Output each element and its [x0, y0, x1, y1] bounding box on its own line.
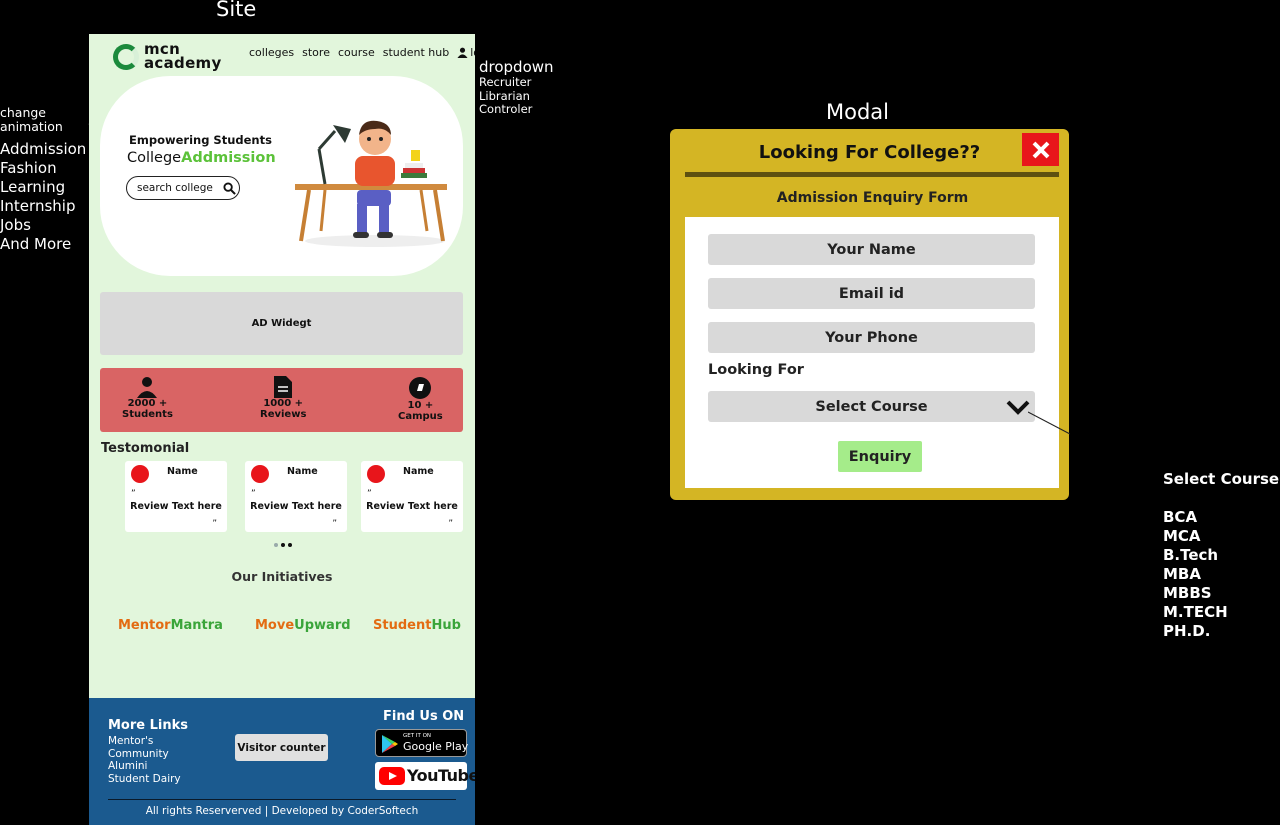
footer-divider	[108, 799, 456, 800]
navbar: mcn academy colleges store course studen…	[89, 34, 475, 76]
pager-dot[interactable]	[288, 543, 292, 547]
avatar	[131, 465, 149, 483]
login-label: login	[470, 46, 475, 59]
youtube-badge[interactable]: YouTube	[375, 762, 475, 790]
course-option[interactable]: BCA	[1163, 508, 1228, 527]
nav-item-course[interactable]: course	[338, 46, 375, 59]
footer: More Links Mentor's Community Alumini St…	[89, 698, 475, 825]
chevron-down-icon[interactable]	[1006, 399, 1030, 415]
pager-dot[interactable]	[281, 543, 285, 547]
user-icon	[457, 47, 468, 58]
course-option[interactable]: MBA	[1163, 565, 1228, 584]
document-icon	[274, 376, 293, 398]
stats-banner: 2000 + Students 1000 + Reviews 10 + Camp…	[100, 368, 463, 432]
modal-title: Looking For College??	[758, 142, 981, 163]
student-at-desk-illustration	[295, 120, 447, 247]
initiatives-heading: Our Initiatives	[231, 569, 333, 584]
initiative-moveupward[interactable]: MoveUpward	[255, 618, 351, 633]
modal-divider	[685, 172, 1059, 177]
select-courses-heading: Select Courses	[1163, 470, 1280, 488]
course-option[interactable]: M.TECH	[1163, 603, 1228, 622]
enquiry-modal: Looking For College?? Admission Enquiry …	[670, 129, 1069, 500]
nav-item-colleges[interactable]: colleges	[249, 46, 294, 59]
animation-word: Jobs	[0, 216, 31, 234]
ad-widget[interactable]: AD Widegt	[100, 292, 463, 355]
course-option[interactable]: B.Tech	[1163, 546, 1228, 565]
course-select-value: Select Course	[815, 398, 928, 415]
enquiry-button[interactable]: Enquiry	[838, 441, 922, 472]
course-option-list: BCA MCA B.Tech MBA MBBS M.TECH PH.D.	[1163, 508, 1228, 641]
change-animation-note: change animation	[0, 105, 63, 134]
carousel-pager	[274, 543, 292, 547]
stat-reviews: 1000 + Reviews	[260, 376, 306, 420]
looking-for-label: Looking For	[708, 362, 804, 378]
footer-links: Mentor's Community Alumini Student Dairy	[108, 735, 181, 785]
modal-annotation-title: Modal	[826, 100, 889, 124]
stat-campus: 10 + Campus	[398, 376, 443, 422]
course-select[interactable]: Select Course	[708, 391, 1035, 422]
footer-link[interactable]: Mentor's	[108, 735, 181, 748]
site-annotation-title: Site	[216, 0, 257, 21]
testimonial-card[interactable]: Name ” Review Text here ”	[245, 461, 347, 532]
find-us-heading: Find Us ON	[383, 709, 465, 724]
copyright-text: All rights Reserverved | Developed by Co…	[145, 805, 419, 817]
animation-word: Fashion	[0, 159, 57, 177]
pager-dot[interactable]	[274, 543, 278, 547]
nav-links: colleges store course student hub login	[249, 46, 475, 59]
modal-subtitle: Admission Enquiry Form	[776, 190, 969, 206]
name-field[interactable]: Your Name	[708, 234, 1035, 265]
person-icon	[137, 377, 158, 398]
youtube-icon	[379, 767, 405, 785]
visitor-counter-button[interactable]: Visitor counter	[235, 734, 328, 761]
initiative-studenthub[interactable]: StudentHub	[373, 618, 461, 633]
nav-item-student-hub[interactable]: student hub	[383, 46, 449, 59]
close-button[interactable]	[1022, 133, 1059, 166]
google-play-icon	[382, 735, 398, 753]
enquiry-form: Your Name Email id Your Phone Looking Fo…	[685, 217, 1059, 488]
dropdown-annotation: dropdown Recruiter Librarian Controler	[479, 58, 554, 116]
more-links-heading: More Links	[108, 718, 188, 733]
course-option[interactable]: MBBS	[1163, 584, 1228, 603]
nav-item-store[interactable]: store	[302, 46, 330, 59]
animation-word: Addmission	[0, 140, 87, 158]
testimonial-card[interactable]: Name ” Review Text here ”	[361, 461, 463, 532]
search-icon[interactable]	[223, 181, 236, 195]
campus-icon	[409, 377, 432, 399]
animation-word: Internship	[0, 197, 76, 215]
animation-word: Learning	[0, 178, 66, 196]
logo[interactable]: mcn academy	[113, 42, 223, 72]
login-button[interactable]: login	[457, 46, 475, 59]
avatar	[251, 465, 269, 483]
email-field[interactable]: Email id	[708, 278, 1035, 309]
hero-headline: CollegeAddmission	[127, 150, 276, 166]
footer-link[interactable]: Community	[108, 748, 181, 761]
close-icon	[1032, 141, 1049, 158]
hero-prefix: College	[127, 150, 182, 166]
site-frame: mcn academy colleges store course studen…	[89, 34, 475, 825]
logo-text: mcn academy	[144, 40, 222, 72]
initiative-mentormantra[interactable]: MentorMantra	[118, 618, 223, 633]
phone-field[interactable]: Your Phone	[708, 322, 1035, 353]
testimonials-heading: Testomonial	[101, 441, 190, 456]
footer-link[interactable]: Student Dairy	[108, 773, 181, 786]
college-search-input[interactable]: search college	[126, 176, 240, 200]
animation-word-list: Addmission Fashion Learning Internship J…	[0, 140, 86, 254]
stat-students: 2000 + Students	[122, 376, 173, 420]
animation-word: And More	[0, 235, 72, 253]
hero-banner: Empowering Students CollegeAddmission se…	[100, 76, 463, 276]
course-option[interactable]: PH.D.	[1163, 622, 1228, 641]
annotation-arrow	[1028, 411, 1070, 435]
logo-mark-icon	[113, 44, 139, 70]
search-placeholder: search college	[137, 182, 213, 194]
course-option[interactable]: MCA	[1163, 527, 1228, 546]
hero-tagline: Empowering Students	[129, 133, 272, 147]
hero-animated-word: Addmission	[181, 150, 276, 166]
avatar	[367, 465, 385, 483]
testimonial-card[interactable]: Name ” Review Text here ”	[125, 461, 227, 532]
google-play-badge[interactable]: GET IT ON Google Play	[375, 729, 468, 757]
footer-link[interactable]: Alumini	[108, 760, 181, 773]
